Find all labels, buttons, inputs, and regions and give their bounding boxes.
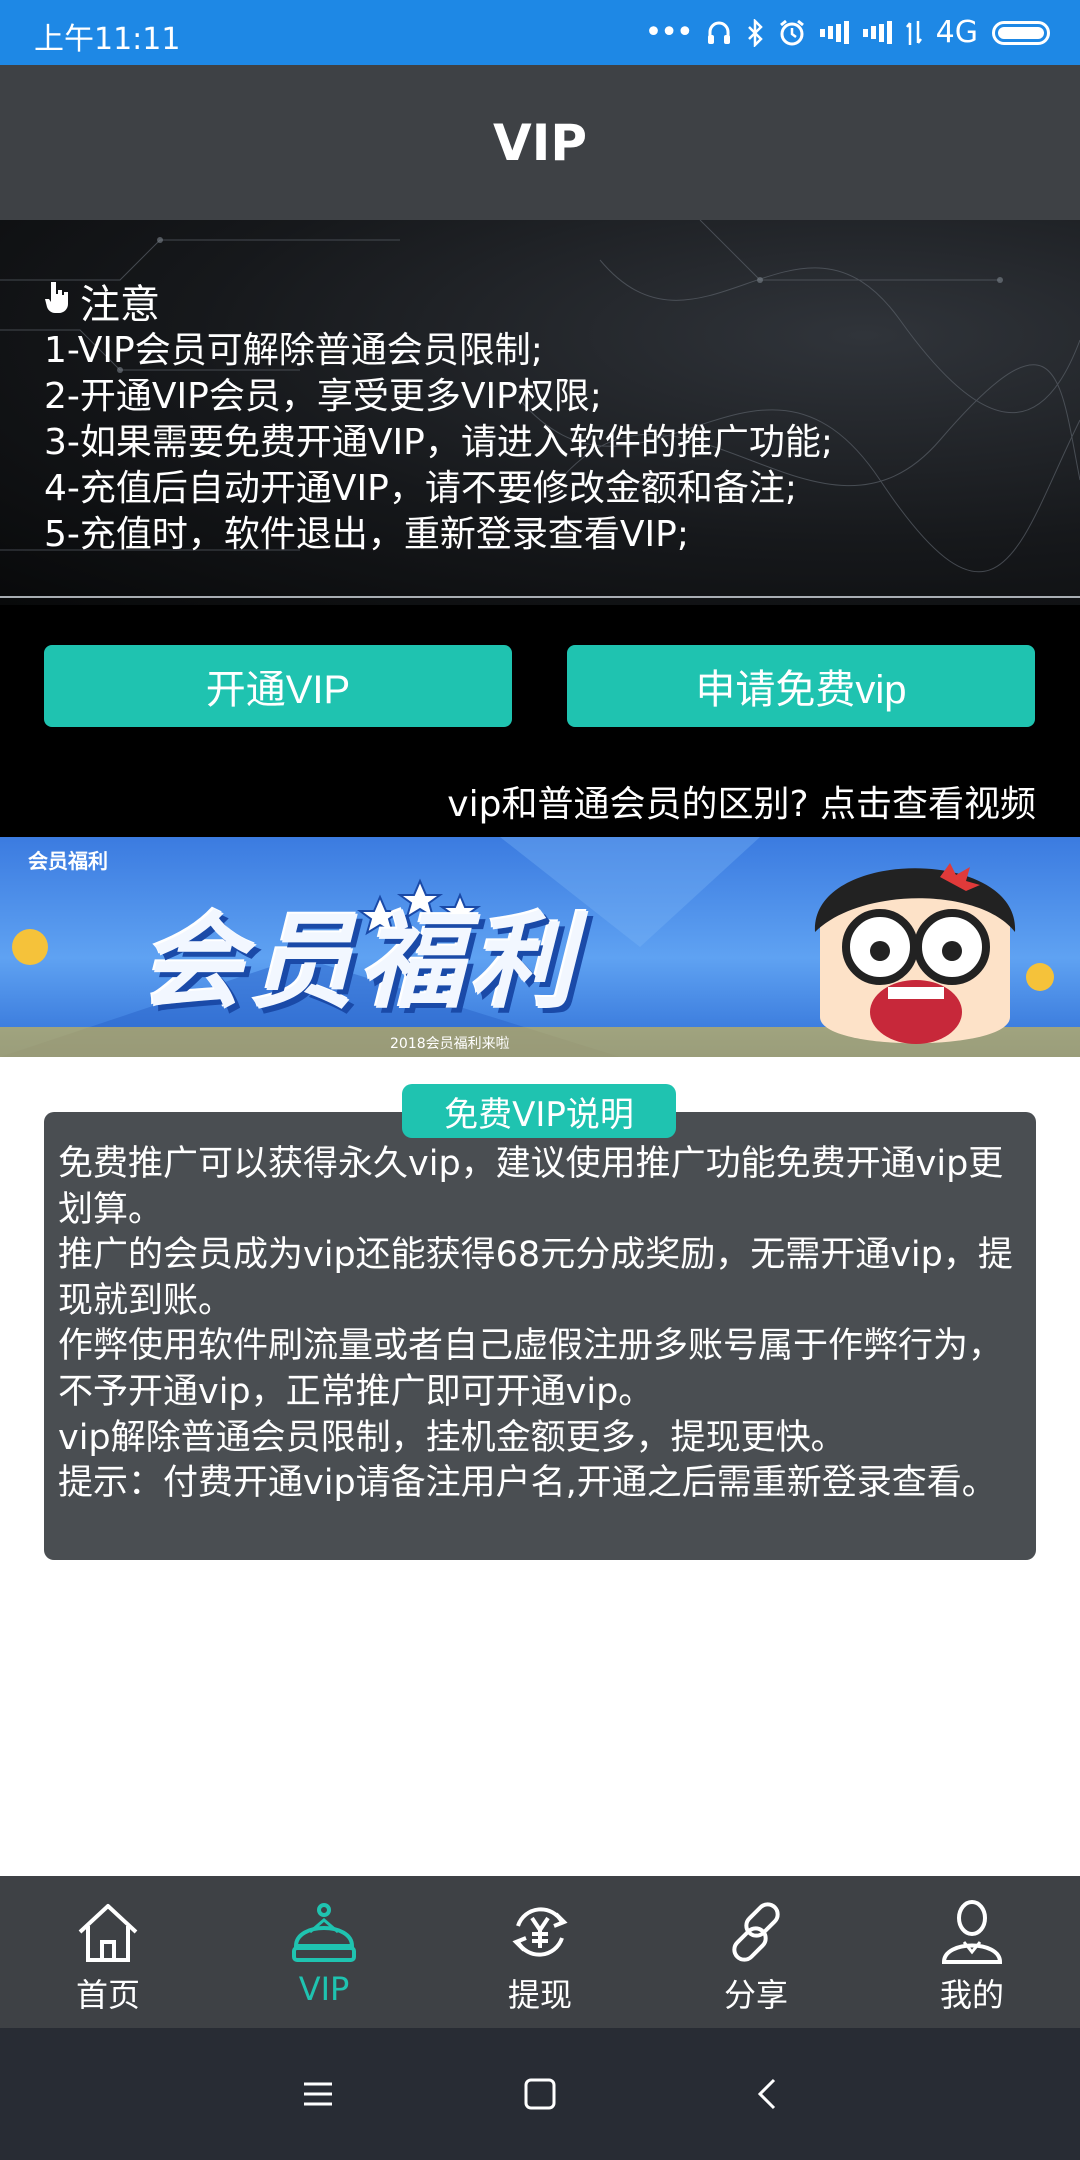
explanation-paragraph: 提示：付费开通vip请备注用户名,开通之后需重新登录查看。 [58,1463,997,1504]
banner-subtitle: 2018会员福利来啦 [390,1036,510,1052]
explanation-paragraph: 作弊使用软件刷流量或者自己虚假注册多账号属于作弊行为，不予开通vip，正常推广即… [58,1326,1004,1412]
explanation-panel: 免费推广可以获得永久vip，建议使用推广功能免费开通vip更划算。 推广的会员成… [44,1112,1036,1560]
notice-line: 2-开通VIP会员，享受更多VIP权限; [44,376,602,417]
tab-home[interactable]: 首页 [0,1876,216,2028]
tab-label: 我的 [939,1976,1004,2014]
tab-profile[interactable]: 我的 [864,1876,1080,2028]
tab-vip[interactable]: VIP [216,1876,432,2028]
tab-withdraw[interactable]: 提现 [432,1876,648,2028]
notice-line: 5-充值时，软件退出，重新登录查看VIP; [44,514,689,555]
apply-free-vip-button[interactable]: 申请免费vip [567,645,1035,727]
status-icons: ••• 4G [645,10,1050,55]
yuan-refresh-icon [512,1907,568,1957]
alarm-icon [778,19,806,47]
more-dots-icon: ••• [644,15,694,50]
home-square-icon[interactable] [516,2070,564,2118]
battery-icon [992,20,1050,45]
tab-label: 首页 [75,1976,140,2014]
banner-tag: 会员福利 [28,849,108,873]
explanation-title-badge: 免费VIP说明 [402,1084,676,1138]
tab-label: 分享 [723,1976,788,2014]
cartoon-face-graphic [814,863,1016,1044]
tab-label: VIP [298,1970,350,2008]
notice-line: 3-如果需要免费开通VIP，请进入软件的推广功能; [44,422,833,463]
notice-heading: 注意 [44,272,160,330]
notice-heading-text: 注意 [80,282,160,328]
hand-pointer-icon [44,278,70,324]
explanation-paragraph: 免费推广可以获得永久vip，建议使用推广功能免费开通vip更划算。 [58,1144,1004,1230]
menu-icon[interactable] [294,2070,342,2118]
home-icon [78,1904,138,1962]
bluetooth-icon [746,18,764,47]
open-vip-button[interactable]: 开通VIP [44,645,512,727]
headset-icon [706,20,732,46]
page-title: VIP [493,113,587,172]
vip-difference-video-link[interactable]: vip和普通会员的区别? 点击查看视频 [447,775,1036,827]
notice-panel: 注意 1-VIP会员可解除普通会员限制; 2-开通VIP会员，享受更多VIP权限… [0,220,1080,605]
link-icon [732,1902,780,1962]
signal-1-icon [819,20,849,46]
banner-title: 会员福利 [140,901,581,1023]
explanation-paragraph: vip解除普通会员限制，挂机金额更多，提现更快。 [58,1417,846,1458]
signal-2-icon [862,20,892,46]
crown-icon [292,1903,356,1962]
notice-line: 4-充值后自动开通VIP，请不要修改金额和备注; [44,468,797,509]
tab-share[interactable]: 分享 [648,1876,864,2028]
back-icon[interactable] [744,2070,792,2118]
user-icon [941,1900,1003,1964]
explanation-paragraph: 推广的会员成为vip还能获得68元分成奖励，无需开通vip，提现就到账。 [58,1235,1013,1321]
notice-list: 1-VIP会员可解除普通会员限制; 2-开通VIP会员，享受更多VIP权限; 3… [44,328,833,558]
app-header: VIP [0,65,1080,220]
network-type: 4G [935,15,978,50]
member-benefits-banner[interactable]: 会员福利 会员福利 2018会员福利来啦 [0,837,1080,1057]
data-transfer-icon [905,19,922,47]
status-bar: 上午11:11 ••• 4G [0,0,1080,65]
system-nav-bar [0,2028,1080,2160]
bottom-tab-bar: 首页 VIP 提现 分享 我的 [0,1876,1080,2028]
tab-label: 提现 [507,1976,572,2014]
actions-section: 开通VIP 申请免费vip vip和普通会员的区别? 点击查看视频 [0,605,1080,837]
status-time: 上午11:11 [34,22,181,57]
notice-line: 1-VIP会员可解除普通会员限制; [44,330,543,371]
